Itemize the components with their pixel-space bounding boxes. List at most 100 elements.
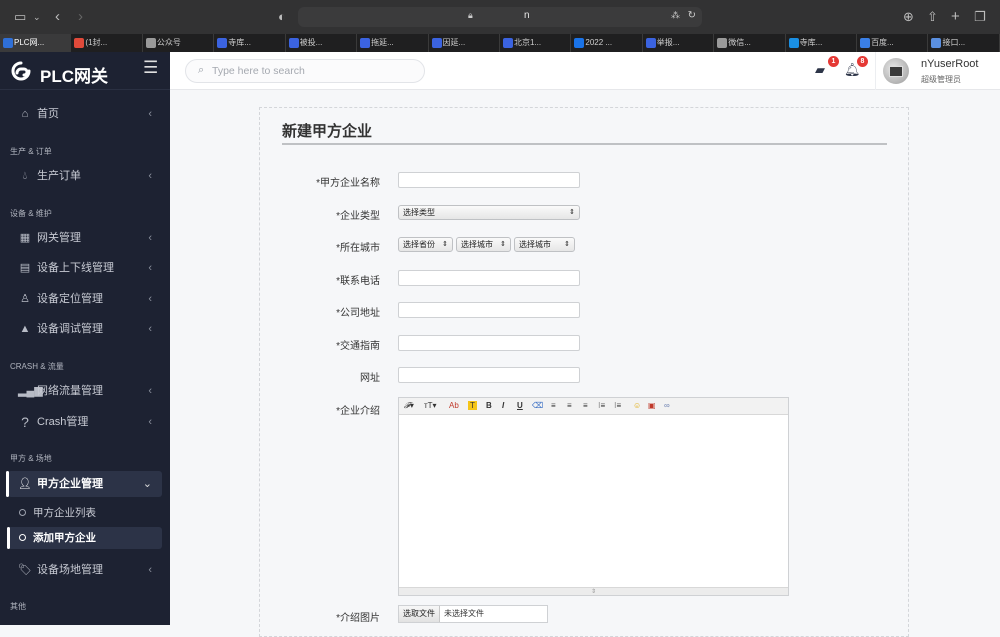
sidebar-item-label: 设备定位管理 (37, 293, 103, 305)
file-name: 未选择文件 (444, 609, 484, 618)
emoji-button[interactable]: ☺ (633, 401, 641, 410)
font-size-button[interactable]: тT▾ (424, 401, 437, 410)
reload-icon[interactable]: ↻ (688, 10, 696, 21)
chevron-left-icon: ‹ (148, 232, 152, 244)
address-input[interactable] (398, 302, 580, 318)
sidebar-item-device-debug[interactable]: ▲ 设备调试管理 ‹ (8, 316, 162, 342)
search-input[interactable] (212, 63, 412, 79)
intro-image-file-input[interactable]: 选取文件 未选择文件 (398, 605, 548, 623)
search-box[interactable]: ⌕ (185, 59, 425, 83)
favicon-icon (931, 38, 942, 48)
sidebar-subitem-company-list[interactable]: 甲方企业列表 (8, 502, 162, 524)
chevron-left-icon: ‹ (148, 416, 152, 428)
italic-button[interactable]: I (502, 401, 504, 410)
bold-button[interactable]: B (486, 401, 492, 410)
chevron-left-icon: ‹ (148, 262, 152, 274)
font-color-button[interactable]: Ab (449, 401, 459, 410)
browser-tab[interactable]: 百度... (857, 34, 929, 52)
browser-chrome: ▭ ⌄ ‹ › ◐ 🔒︎ n ⁂ ↻ ⊕ ⇧ + ❐ PLC网... (1封...… (0, 0, 1000, 52)
sidebar-item-production-orders[interactable]: 💧︎ 生产订单 ‹ (8, 163, 162, 189)
clear-format-button[interactable]: ⌫ (532, 401, 543, 410)
sidebar-item-network-traffic[interactable]: ▂▄▆ 网络流量管理 ‹ (8, 378, 162, 404)
translate-icon[interactable]: ⁂ (671, 10, 680, 21)
sidebar-item-gateway[interactable]: ▦ 网关管理 ‹ (8, 225, 162, 251)
insert-link-button[interactable]: ∞ (664, 401, 670, 410)
sidebar-item-device-sites[interactable]: 🏷︎ 设备场地管理 ‹ (8, 557, 162, 583)
unordered-list-button[interactable]: ⁝≡ (614, 401, 621, 410)
browser-tab[interactable]: 寺库... (786, 34, 858, 52)
editor-resize-handle[interactable]: ⇕ (399, 587, 788, 595)
user-menu[interactable]: nYuserRoot 超级管理员 (875, 52, 1000, 90)
font-family-button[interactable]: 𝓕▾ (404, 401, 414, 411)
sidebar-item-client-companies[interactable]: 👤︎ 甲方企业管理 ⌄ (6, 471, 162, 497)
company-type-select[interactable]: 选择类型 ⇕ (398, 205, 580, 220)
field-label: 网址 (360, 373, 380, 384)
address-bar[interactable]: 🔒︎ n ⁂ ↻ (298, 7, 702, 27)
sidebar-item-home[interactable]: ⌂ 首页 ‹ (8, 101, 162, 127)
tab-overview-icon[interactable]: ❐ (974, 0, 986, 34)
choose-file-button[interactable]: 选取文件 (399, 606, 440, 622)
favicon-icon (360, 38, 371, 48)
download-icon[interactable]: ⊕ (903, 0, 914, 34)
align-left-button[interactable]: ≡ (551, 401, 556, 410)
new-tab-icon[interactable]: + (951, 0, 960, 34)
favicon-icon (217, 38, 228, 48)
district-select[interactable]: 选择城市 ⇕ (514, 237, 575, 252)
notifications-button[interactable]: 🔔︎ 8 (844, 56, 868, 78)
share-icon[interactable]: ⇧ (927, 0, 938, 34)
forward-icon[interactable]: › (78, 0, 83, 34)
browser-tab[interactable]: 微信... (714, 34, 786, 52)
insert-image-button[interactable]: ▣ (648, 401, 656, 410)
browser-tab[interactable]: 2022 ... (571, 34, 643, 52)
city-select[interactable]: 选择城市 ⇕ (456, 237, 511, 252)
sidebar-item-device-online[interactable]: ▤ 设备上下线管理 ‹ (8, 255, 162, 281)
favicon-icon (645, 38, 656, 48)
browser-tab[interactable]: 寺库... (214, 34, 286, 52)
browser-tab[interactable]: 公众号 (143, 34, 215, 52)
ordered-list-button[interactable]: ⁝≡ (598, 401, 605, 410)
browser-tab-label: (1封... (85, 38, 108, 47)
field-website: 网址 (260, 366, 910, 386)
phone-input[interactable] (398, 270, 580, 286)
sidebar-toggle-icon[interactable]: ▭ (14, 0, 26, 34)
sidebar-item-label: 生产订单 (37, 170, 81, 182)
browser-tab-label: 寺库... (228, 38, 251, 47)
section-title: 设备 & 维护 (10, 209, 52, 218)
field-phone: *联系电话 (260, 269, 910, 289)
favicon-icon (288, 38, 299, 48)
browser-tab[interactable]: 接口... (928, 34, 1000, 52)
shield-icon[interactable]: ◐ (278, 0, 286, 34)
sidebar-item-device-location[interactable]: ♙ 设备定位管理 ‹ (8, 286, 162, 312)
messages-badge: 1 (828, 56, 839, 67)
messages-button[interactable]: ▰ 1 (815, 56, 839, 78)
brand: PLC网关 ☰ (0, 52, 170, 90)
chevron-down-icon[interactable]: ⌄ (33, 0, 41, 34)
sidebar-subitem-add-company[interactable]: 添加甲方企业 (7, 527, 162, 549)
province-select[interactable]: 选择省份 ⇕ (398, 237, 453, 252)
traffic-guide-input[interactable] (398, 335, 580, 351)
browser-tab[interactable]: 被投... (286, 34, 358, 52)
browser-tab[interactable]: 拖延... (357, 34, 429, 52)
company-name-input[interactable] (398, 172, 580, 188)
browser-tab[interactable]: 举报... (643, 34, 715, 52)
highlight-button[interactable]: T (468, 401, 477, 410)
droplet-icon: 💧︎ (22, 170, 28, 182)
sidebar-item-label: 设备调试管理 (37, 323, 103, 335)
website-input[interactable] (398, 367, 580, 383)
browser-tab[interactable]: 北京1... (500, 34, 572, 52)
browser-tab[interactable]: PLC网... (0, 34, 72, 52)
menu-toggle-icon[interactable]: ☰ (143, 58, 158, 78)
sidebar-item-label: 网络流量管理 (37, 385, 103, 397)
back-icon[interactable]: ‹ (55, 0, 60, 34)
form-panel: 新建甲方企业 *甲方企业名称 *企业类型 选择类型 ⇕ *所在城市 选择省份 ⇕… (259, 107, 909, 637)
sidebar-item-crash[interactable]: ? Crash管理 ‹ (8, 409, 162, 435)
align-center-button[interactable]: ≡ (567, 401, 572, 410)
section-title: 生产 & 订单 (10, 147, 52, 156)
brand-name: PLC网关 (40, 67, 108, 86)
underline-button[interactable]: U (517, 401, 523, 410)
select-arrows-icon: ⇕ (442, 241, 448, 248)
field-city: *所在城市 选择省份 ⇕ 选择城市 ⇕ 选择城市 ⇕ (260, 236, 910, 256)
browser-tab[interactable]: 因延... (429, 34, 500, 52)
align-right-button[interactable]: ≡ (583, 401, 588, 410)
browser-tab[interactable]: (1封... (71, 34, 143, 52)
